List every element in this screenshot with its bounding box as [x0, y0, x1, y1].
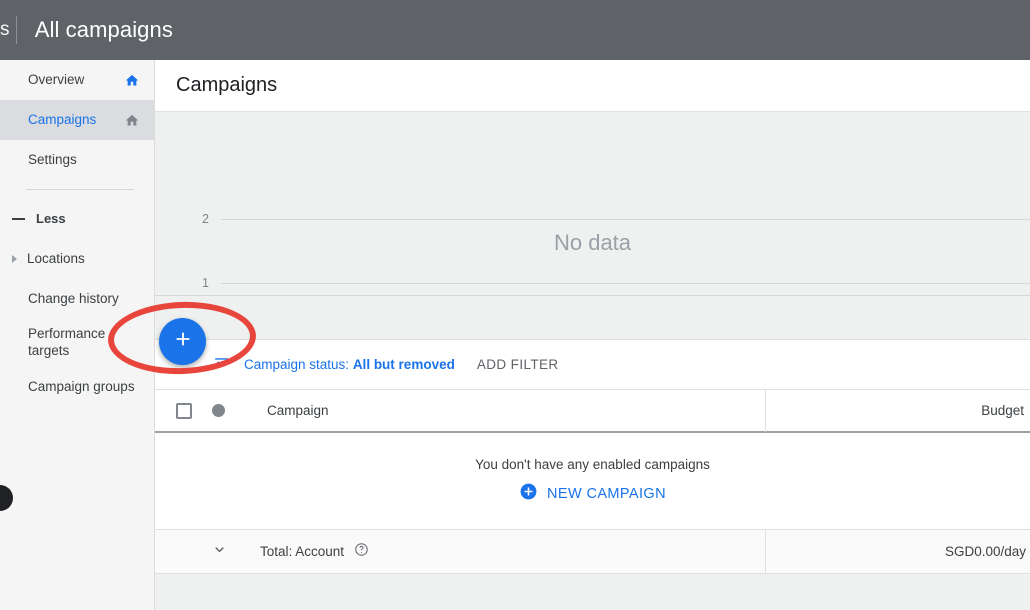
- table-header-campaign-cell: Campaign: [155, 402, 765, 419]
- sidebar-item-label: Campaign groups: [28, 378, 135, 394]
- filter-funnel-icon[interactable]: [213, 354, 230, 376]
- sidebar-item-less[interactable]: Less: [0, 199, 154, 239]
- table-total-row: Total: Account SGD0.00/day: [155, 529, 1030, 574]
- sidebar-item-overview[interactable]: Overview: [0, 60, 154, 100]
- sidebar-item-label: Campaigns: [28, 111, 97, 127]
- sidebar-item-label: Settings: [28, 151, 77, 167]
- sidebar: Overview Campaigns Settings Less Locatio…: [0, 60, 155, 610]
- triangle-right-icon: [12, 255, 17, 263]
- plus-icon: [172, 328, 194, 355]
- chart-footer-strip: [155, 295, 1030, 339]
- total-row-left: Total: Account: [155, 541, 765, 563]
- sidebar-divider: [26, 189, 134, 190]
- sidebar-item-change-history[interactable]: Change history: [0, 279, 154, 319]
- chart-empty-message: No data: [553, 230, 632, 255]
- sidebar-item-locations[interactable]: Locations: [0, 239, 154, 279]
- sidebar-item-settings[interactable]: Settings: [0, 140, 154, 180]
- sidebar-item-campaigns[interactable]: Campaigns: [0, 100, 154, 140]
- content-title: Campaigns: [176, 74, 278, 96]
- app-bar-divider: [15, 16, 17, 44]
- content-header: Campaigns: [155, 60, 1030, 112]
- gridline-2: [221, 219, 1030, 220]
- page-title: All campaigns: [34, 17, 173, 42]
- select-all-checkbox[interactable]: [176, 402, 192, 419]
- total-row-label: Total: Account: [260, 544, 345, 559]
- status-dot-icon[interactable]: [212, 404, 225, 417]
- empty-state-message: You don't have any enabled campaigns: [475, 457, 710, 472]
- sidebar-item-label: Less: [36, 210, 66, 226]
- sidebar-item-performance-targets[interactable]: Performance targets: [0, 319, 154, 367]
- total-row-budget: SGD0.00/day: [765, 529, 1030, 574]
- column-header-budget[interactable]: Budget: [981, 403, 1024, 418]
- main-content: Campaigns 2 1 0 No data Campaign status:…: [155, 60, 1030, 610]
- home-icon[interactable]: [124, 113, 140, 128]
- y-axis-tick: 1: [202, 276, 209, 290]
- app-bar: s All campaigns: [0, 0, 1030, 60]
- app-bar-left-fragment: s: [0, 19, 10, 40]
- plus-circle-icon: [519, 482, 538, 505]
- filter-chip-campaign-status[interactable]: Campaign status: All but removed: [244, 357, 455, 372]
- chevron-left-icon: [0, 489, 3, 507]
- filter-chip-prefix: Campaign status:: [244, 357, 353, 372]
- filter-chip-value: All but removed: [352, 357, 455, 372]
- y-axis-tick: 2: [202, 212, 209, 226]
- filter-bar: Campaign status: All but removed ADD FIL…: [155, 340, 1030, 390]
- sidebar-item-label: Performance targets: [28, 326, 106, 358]
- new-campaign-button[interactable]: NEW CAMPAIGN: [519, 482, 666, 505]
- table-footer-space: [155, 574, 1030, 610]
- sidebar-item-label: Change history: [28, 290, 119, 306]
- new-campaign-label: NEW CAMPAIGN: [547, 485, 666, 502]
- campaigns-table: Campaign Budget You don't have any enabl…: [155, 389, 1030, 610]
- table-empty-state: You don't have any enabled campaigns NEW…: [155, 433, 1030, 530]
- help-circle-icon[interactable]: [354, 542, 369, 562]
- performance-chart: 2 1 0 No data: [155, 112, 1030, 340]
- table-header-budget-cell: Budget: [765, 389, 1030, 432]
- home-icon[interactable]: [124, 73, 140, 88]
- gridline-1: [221, 283, 1030, 284]
- sidebar-collapse-button[interactable]: [0, 485, 13, 511]
- add-filter-button[interactable]: ADD FILTER: [477, 357, 559, 372]
- sidebar-item-label: Locations: [27, 250, 85, 266]
- sidebar-item-label: Overview: [28, 71, 85, 87]
- column-header-campaign[interactable]: Campaign: [267, 403, 329, 418]
- sidebar-item-campaign-groups[interactable]: Campaign groups: [0, 367, 154, 407]
- new-campaign-fab[interactable]: [159, 318, 206, 365]
- empty-state-wrap: You don't have any enabled campaigns NEW…: [155, 457, 1030, 505]
- app-root: s All campaigns Overview Campaigns Setti…: [0, 0, 1030, 610]
- minus-icon: [12, 218, 25, 220]
- table-header-row: Campaign Budget: [155, 389, 1030, 433]
- chevron-down-icon[interactable]: [211, 541, 228, 563]
